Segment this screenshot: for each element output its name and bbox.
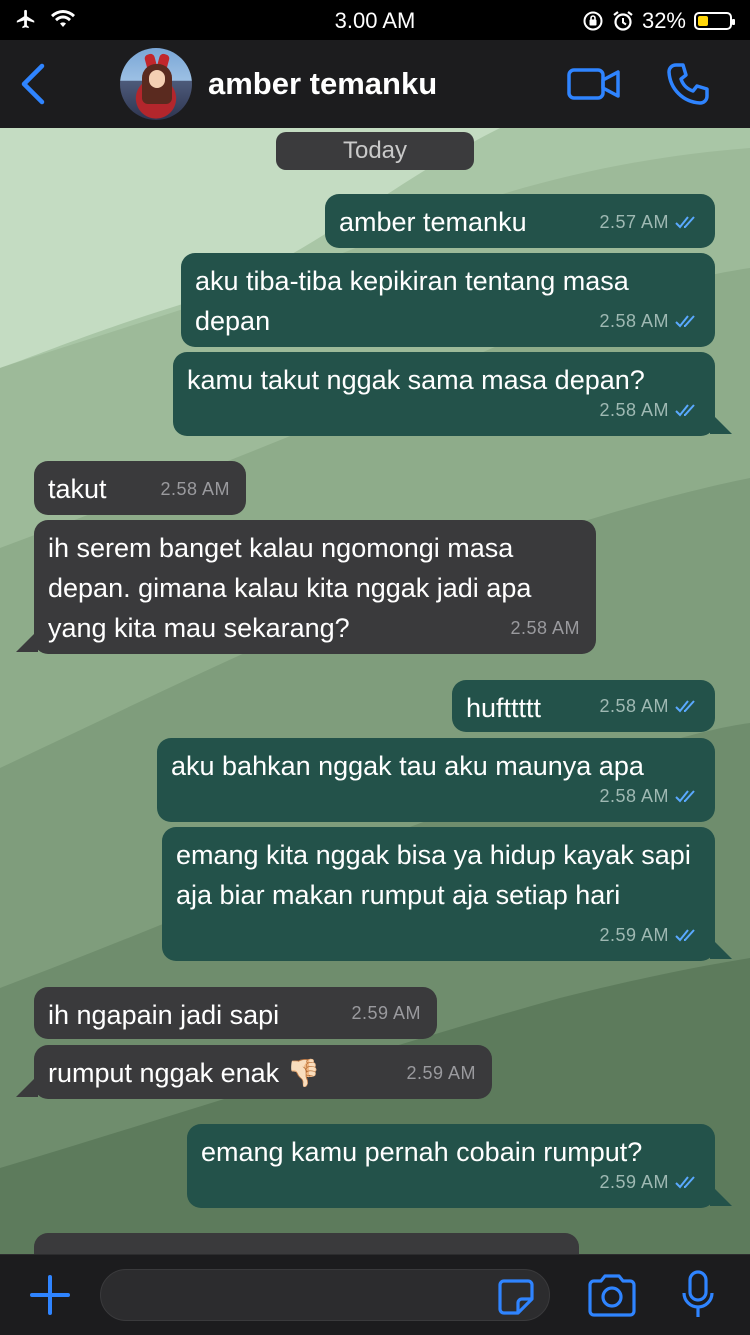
- read-receipt-icon: [675, 315, 695, 328]
- message-bubble-outgoing[interactable]: kamu takut nggak sama masa depan? 2.58 A…: [173, 352, 715, 436]
- read-receipt-icon: [675, 790, 695, 803]
- message-bubble-outgoing[interactable]: emang kamu pernah cobain rumput? 2.59 AM: [187, 1124, 715, 1208]
- chat-area[interactable]: Today amber temanku 2.57 AM aku tiba-tib…: [0, 128, 750, 1254]
- message-time: 2.58 AM: [160, 479, 230, 499]
- microphone-icon[interactable]: [680, 1269, 716, 1321]
- battery-percent: 32%: [641, 8, 686, 33]
- message-time: 2.58 AM: [599, 696, 669, 716]
- message-bubble-outgoing[interactable]: aku tiba-tiba kepikiran tentang masa dep…: [181, 253, 715, 347]
- read-receipt-icon: [675, 216, 695, 229]
- message-time: 2.59 AM: [599, 1172, 669, 1192]
- message-bubble-incoming[interactable]: ih ngapain jadi sapi 2.59 AM: [34, 987, 437, 1039]
- phone-call-icon[interactable]: [664, 60, 712, 108]
- read-receipt-icon: [675, 700, 695, 713]
- plus-icon[interactable]: [28, 1273, 72, 1317]
- orientation-lock-icon: [583, 11, 603, 31]
- message-time: 2.58 AM: [599, 786, 669, 806]
- message-bubble-outgoing[interactable]: hufttttt 2.58 AM: [452, 680, 715, 732]
- contact-name[interactable]: amber temanku: [208, 66, 437, 102]
- message-bubble-outgoing[interactable]: aku bahkan nggak tau aku maunya apa 2.58…: [157, 738, 715, 822]
- message-bubble-incoming[interactable]: [34, 1233, 579, 1254]
- message-composer: [0, 1254, 750, 1335]
- message-time: 2.59 AM: [351, 1003, 421, 1023]
- message-text: ih serem banget kalau ngomongi masa depa…: [48, 533, 539, 643]
- date-separator: Today: [276, 132, 474, 170]
- message-time: 2.59 AM: [406, 1063, 476, 1083]
- message-bubble-outgoing[interactable]: amber temanku 2.57 AM: [325, 194, 715, 248]
- video-call-icon[interactable]: [566, 64, 622, 104]
- message-bubble-incoming[interactable]: ih serem banget kalau ngomongi masa depa…: [34, 520, 596, 654]
- message-time: 2.57 AM: [599, 212, 669, 232]
- read-receipt-icon: [675, 929, 695, 942]
- message-input[interactable]: [100, 1269, 550, 1321]
- message-bubble-incoming[interactable]: takut 2.58 AM: [34, 461, 246, 515]
- message-time: 2.58 AM: [599, 400, 669, 420]
- message-bubble-outgoing[interactable]: emang kita nggak bisa ya hidup kayak sap…: [162, 827, 715, 961]
- message-time: 2.58 AM: [599, 311, 669, 331]
- avatar[interactable]: [120, 48, 192, 120]
- camera-icon[interactable]: [586, 1273, 638, 1317]
- sticker-icon[interactable]: [496, 1277, 536, 1317]
- read-receipt-icon: [675, 404, 695, 417]
- status-bar: 3.00 AM 32%: [0, 0, 750, 40]
- read-receipt-icon: [675, 1176, 695, 1189]
- message-time: 2.59 AM: [599, 925, 669, 945]
- back-chevron-icon[interactable]: [16, 62, 52, 106]
- battery-icon: [694, 12, 735, 30]
- alarm-icon: [613, 11, 633, 31]
- message-time: 2.58 AM: [510, 618, 580, 638]
- message-text: emang kita nggak bisa ya hidup kayak sap…: [176, 840, 699, 910]
- chat-header: amber temanku: [0, 40, 750, 129]
- message-bubble-incoming[interactable]: rumput nggak enak 👎🏻 2.59 AM: [34, 1045, 492, 1099]
